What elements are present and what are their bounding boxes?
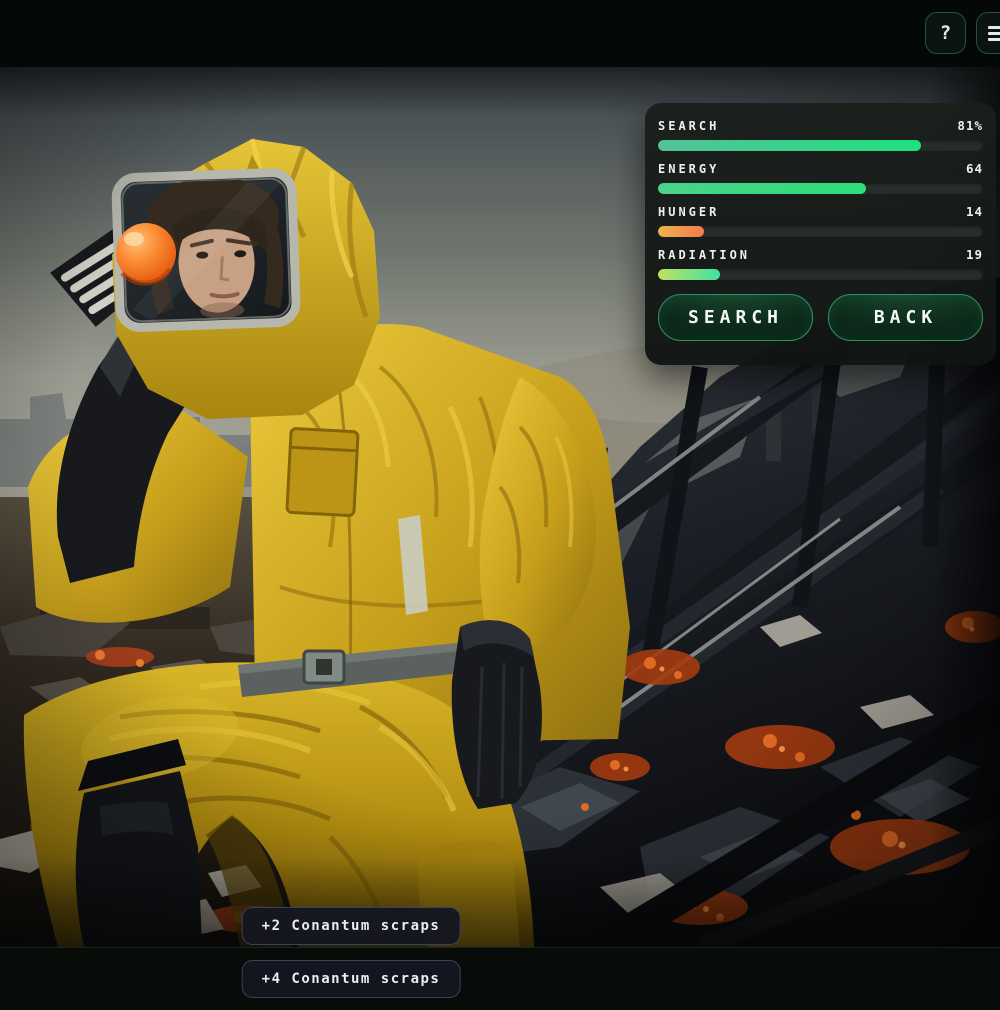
- stat-bar-fill: [658, 140, 921, 151]
- stat-bar-fill: [658, 226, 704, 237]
- stat-label: RADIATION: [658, 249, 750, 261]
- toast-notification: +4 Conantum scraps: [242, 960, 461, 998]
- question-mark-icon: ?: [940, 22, 951, 44]
- stat-label: SEARCH: [658, 120, 719, 132]
- stats-panel: SEARCH 81% ENERGY 64 HUNGER 14 RADIATION…: [645, 103, 996, 365]
- stat-row: HUNGER 14: [658, 206, 983, 237]
- panel-buttons: SEARCH BACK: [658, 294, 983, 341]
- stat-row: RADIATION 19: [658, 249, 983, 280]
- stat-value: 81%: [957, 120, 983, 132]
- stat-bar-fill: [658, 183, 866, 194]
- stat-bar-track: [658, 269, 983, 280]
- button-label: SEARCH: [688, 307, 783, 328]
- menu-button[interactable]: [976, 12, 1000, 54]
- search-button[interactable]: SEARCH: [658, 294, 813, 341]
- toast-text: +2 Conantum scraps: [262, 918, 441, 934]
- stat-value: 64: [966, 163, 983, 175]
- stat-label: HUNGER: [658, 206, 719, 218]
- toast-notification: +2 Conantum scraps: [242, 907, 461, 945]
- hamburger-icon: [988, 26, 1000, 41]
- button-label: BACK: [874, 307, 937, 328]
- stat-bar-track: [658, 140, 983, 151]
- stat-bar-track: [658, 183, 983, 194]
- help-button[interactable]: ?: [925, 12, 966, 54]
- back-button[interactable]: BACK: [828, 294, 983, 341]
- stat-row: ENERGY 64: [658, 163, 983, 194]
- stat-bar-track: [658, 226, 983, 237]
- stat-value: 19: [966, 249, 983, 261]
- stats-rows: SEARCH 81% ENERGY 64 HUNGER 14 RADIATION…: [658, 120, 983, 280]
- stat-bar-fill: [658, 269, 720, 280]
- stat-label: ENERGY: [658, 163, 719, 175]
- stat-row: SEARCH 81%: [658, 120, 983, 151]
- topbar: ?: [0, 0, 1000, 67]
- toast-text: +4 Conantum scraps: [262, 971, 441, 987]
- stat-value: 14: [966, 206, 983, 218]
